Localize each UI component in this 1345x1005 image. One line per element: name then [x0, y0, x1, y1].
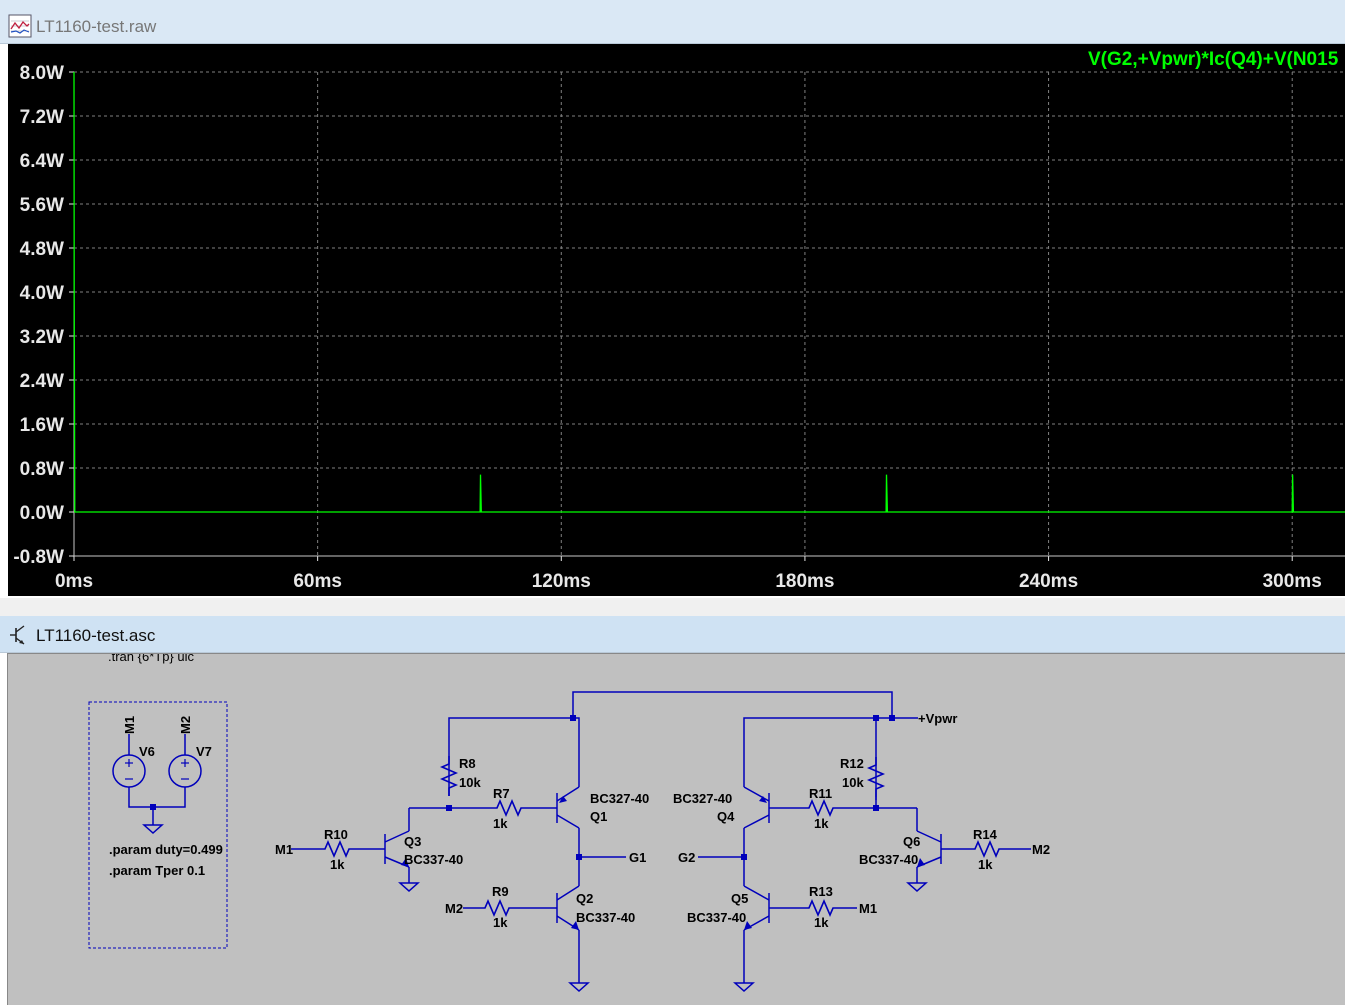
r13-label: R13: [809, 884, 833, 899]
q4-model: BC327-40: [673, 791, 732, 806]
r14-resistor[interactable]: [966, 841, 1008, 857]
q2-model: BC337-40: [576, 910, 635, 925]
waveform-document-icon: [8, 14, 32, 38]
r13-resistor[interactable]: [800, 900, 842, 916]
r7-resistor[interactable]: [488, 800, 530, 816]
m1-source-tag: M1: [122, 716, 137, 734]
q1-model: BC327-40: [590, 791, 649, 806]
q3-label: Q3: [404, 834, 421, 849]
r8-label: R8: [459, 756, 476, 771]
param-tper-directive[interactable]: .param Tper 0.1: [109, 863, 205, 878]
y-tick-label: 4.8W: [20, 239, 64, 260]
trace-expression-label: V(G2,+Vpwr)*Ic(Q4)+V(N015: [1088, 49, 1339, 70]
q4-label: Q4: [717, 809, 735, 824]
waveform-window-titlebar[interactable]: LT1160-test.raw: [0, 0, 1345, 44]
y-tick-label: 0.8W: [20, 459, 64, 480]
schematic-window-title: LT1160-test.asc: [36, 626, 156, 645]
x-tick-label: 240ms: [1019, 571, 1078, 592]
net-g2: G2: [678, 850, 695, 865]
y-tick-label: 8.0W: [20, 63, 64, 84]
schematic-drawing[interactable]: .tran {6*Tp} uic .param duty=0.499 .para…: [8, 654, 1345, 1005]
schematic-canvas[interactable]: .tran {6*Tp} uic .param duty=0.499 .para…: [7, 653, 1345, 1005]
m2-source-tag: M2: [178, 716, 193, 734]
q5-model: BC337-40: [687, 910, 746, 925]
r7-label: R7: [493, 786, 510, 801]
r9-resistor[interactable]: [476, 900, 518, 916]
ground-symbol: [734, 978, 754, 992]
waveform-window-title: LT1160-test.raw: [36, 17, 157, 36]
y-tick-label: 2.4W: [20, 371, 64, 392]
ground-symbol: [569, 978, 589, 992]
q5-label: Q5: [731, 891, 748, 906]
net-g1: G1: [629, 850, 646, 865]
net-m2-left: M2: [445, 901, 463, 916]
r10-label: R10: [324, 827, 348, 842]
y-tick-label: 4.0W: [20, 283, 64, 304]
y-tick-label: 3.2W: [20, 327, 64, 348]
y-tick-label: 6.4W: [20, 151, 64, 172]
ground-symbol: [143, 820, 163, 834]
v6-label: V6: [139, 744, 155, 759]
ground-symbol: [399, 878, 419, 892]
v7-label: V7: [196, 744, 212, 759]
ground-symbol: [907, 878, 927, 892]
tran-directive[interactable]: .tran {6*Tp} uic: [108, 654, 194, 664]
y-tick-label: 1.6W: [20, 415, 64, 436]
r10-value: 1k: [330, 857, 345, 872]
net-m2-right: M2: [1032, 842, 1050, 857]
r14-value: 1k: [978, 857, 993, 872]
q6-label: Q6: [903, 834, 920, 849]
r12-resistor[interactable]: [868, 756, 884, 798]
r11-resistor[interactable]: [800, 800, 842, 816]
net-m1-right: M1: [859, 901, 877, 916]
y-tick-label: 0.0W: [20, 503, 64, 524]
r8-resistor[interactable]: [441, 755, 457, 797]
waveform-chart[interactable]: 8.0W 7.2W 6.4W 5.6W 4.8W 4.0W 3.2W 2.4W 1.6W 0.8W…: [8, 44, 1345, 596]
r10-resistor[interactable]: [316, 841, 358, 857]
r12-label: R12: [840, 756, 864, 771]
q6-model: BC337-40: [859, 852, 918, 867]
r9-label: R9: [492, 884, 509, 899]
y-tick-label: 7.2W: [20, 107, 64, 128]
r9-value: 1k: [493, 915, 508, 930]
x-tick-label: 120ms: [532, 571, 591, 592]
q1-label: Q1: [590, 809, 607, 824]
r14-label: R14: [973, 827, 998, 842]
param-duty-directive[interactable]: .param duty=0.499: [109, 842, 223, 857]
x-tick-label: 0ms: [55, 571, 93, 592]
waveform-plot-area[interactable]: 8.0W 7.2W 6.4W 5.6W 4.8W 4.0W 3.2W 2.4W 1.6W 0.8W…: [8, 44, 1345, 596]
r12-value: 10k: [842, 775, 864, 790]
y-tick-label: -0.8W: [13, 547, 64, 568]
x-tick-label: 60ms: [293, 571, 342, 592]
q3-model: BC337-40: [404, 852, 463, 867]
x-tick-label: 300ms: [1263, 571, 1322, 592]
r7-value: 1k: [493, 816, 508, 831]
x-tick-label: 180ms: [775, 571, 834, 592]
r11-label: R11: [809, 786, 832, 801]
r8-value: 10k: [459, 775, 481, 790]
transistor-document-icon: [10, 625, 25, 645]
net-vpwr: +Vpwr: [918, 711, 957, 726]
y-tick-label: 5.6W: [20, 195, 64, 216]
schematic-window-titlebar[interactable]: LT1160-test.asc: [0, 616, 1345, 653]
r11-value: 1k: [814, 816, 829, 831]
q2-label: Q2: [576, 891, 593, 906]
net-m1-left: M1: [275, 842, 293, 857]
r13-value: 1k: [814, 915, 829, 930]
window-separator: [0, 598, 1345, 616]
